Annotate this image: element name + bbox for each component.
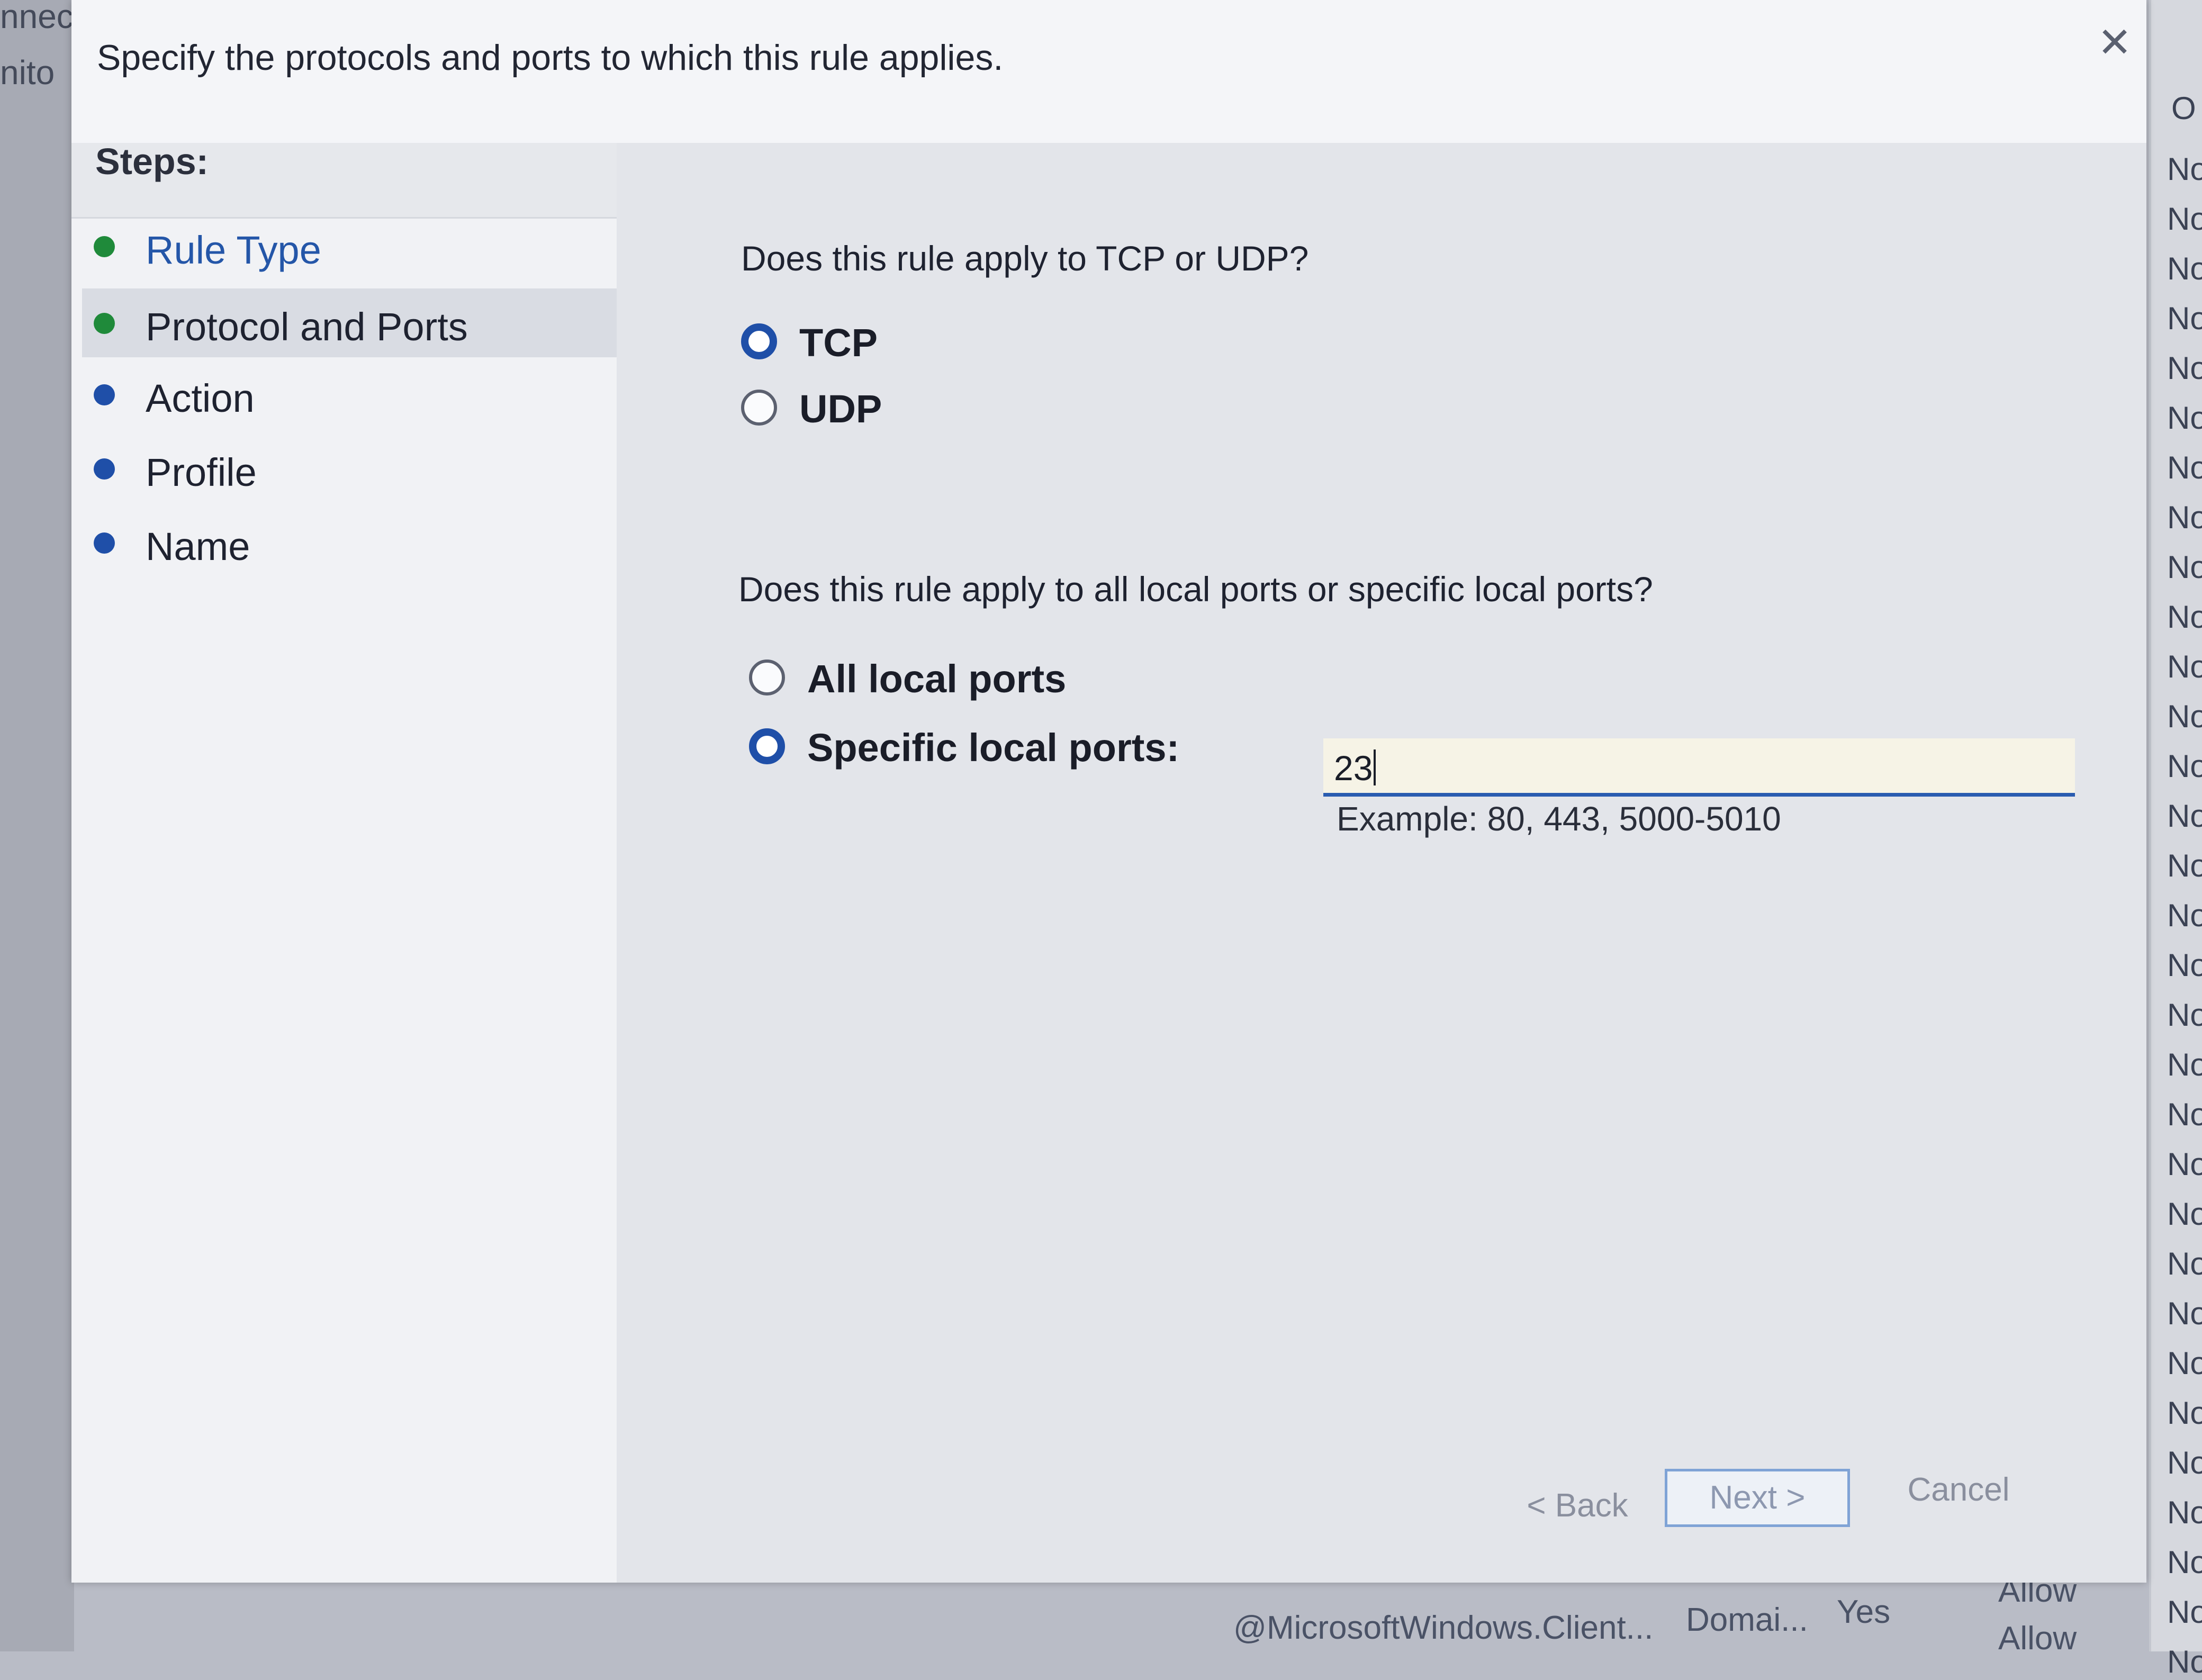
udp-radio-button[interactable] — [741, 390, 777, 426]
background-column-value: No — [2167, 997, 2202, 1033]
background-cell: Yes — [1837, 1594, 1891, 1630]
udp-radio-option[interactable]: UDP — [741, 386, 1006, 434]
close-icon[interactable]: ✕ — [2093, 21, 2136, 64]
udp-label: UDP — [799, 387, 882, 431]
new-inbound-rule-wizard-dialog: Specify the protocols and ports to which… — [71, 0, 2146, 1583]
background-column-value: No — [2167, 748, 2202, 784]
background-cell: Allow — [1998, 1620, 2077, 1657]
specific-local-ports-option[interactable]: Specific local ports: — [749, 725, 1278, 773]
background-column-value: No — [2167, 1495, 2202, 1530]
port-input-value: 23 — [1334, 748, 1373, 788]
dialog-header: Specify the protocols and ports to which… — [71, 0, 2146, 143]
background-column-value: No — [2167, 450, 2202, 485]
background-column-value: No — [2167, 1345, 2202, 1381]
background-column-value: No — [2167, 898, 2202, 933]
background-column-value: No — [2167, 201, 2202, 237]
steps-pane — [71, 143, 617, 1583]
background-column-value: No — [2167, 649, 2202, 684]
step-label: Profile — [146, 450, 257, 494]
background-column-value: No — [2167, 251, 2202, 286]
background-column-value: No — [2167, 1644, 2202, 1679]
specific-local-ports-radio-button[interactable] — [749, 728, 785, 764]
step-pending-icon — [94, 384, 115, 405]
background-column-value: No — [2167, 947, 2202, 983]
steps-title: Steps: — [95, 141, 209, 182]
background-column-value: No — [2167, 1395, 2202, 1431]
back-button[interactable]: < Back — [1490, 1477, 1665, 1535]
cancel-button[interactable]: Cancel — [1871, 1461, 2046, 1519]
background-column-value: No — [2167, 599, 2202, 635]
background-column-value: No — [2167, 1246, 2202, 1281]
background-column-header: O — [2171, 91, 2196, 126]
step-pending-icon — [94, 458, 115, 480]
ports-example-hint: Example: 80, 443, 5000-5010 — [1337, 800, 1781, 838]
background-column-value: No — [2167, 1146, 2202, 1182]
background-column-value: No — [2167, 798, 2202, 834]
header-description: Specify the protocols and ports to which… — [97, 38, 1004, 78]
step-name[interactable]: Name — [82, 508, 617, 577]
background-cell: @MicrosoftWindows.Client... — [1233, 1610, 1654, 1646]
background-column-value: No — [2167, 1445, 2202, 1480]
all-local-ports-label: All local ports — [807, 657, 1067, 701]
tcp-radio-option[interactable]: TCP — [741, 320, 1006, 368]
step-complete-icon — [94, 313, 115, 334]
all-local-ports-radio-button[interactable] — [749, 660, 785, 696]
step-rule-type[interactable]: Rule Type — [82, 212, 617, 281]
background-column-value: No — [2167, 1544, 2202, 1580]
background-column-value: No — [2167, 1097, 2202, 1132]
background-column-value: No — [2167, 151, 2202, 187]
background-column-value: No — [2167, 549, 2202, 585]
background-column-value: No — [2167, 1594, 2202, 1630]
protocol-question: Does this rule apply to TCP or UDP? — [741, 239, 1309, 278]
background-text-fragment: nnec — [0, 0, 74, 35]
background-cell: Domai... — [1686, 1602, 1808, 1638]
specific-ports-input[interactable]: 23 — [1323, 738, 2075, 797]
step-label: Rule Type — [146, 228, 321, 272]
background-column-value: No — [2167, 1047, 2202, 1082]
background-column-value: No — [2167, 301, 2202, 336]
background-column-value: No — [2167, 350, 2202, 386]
step-protocol-and-ports[interactable]: Protocol and Ports — [82, 288, 617, 357]
text-caret — [1374, 749, 1376, 785]
step-label: Name — [146, 525, 250, 568]
background-column-value: No — [2167, 500, 2202, 535]
background-window-column: O No No No No No No No No No No No No No No No No No No No… — [2149, 0, 2202, 1679]
next-button[interactable]: Next > — [1665, 1469, 1850, 1527]
step-complete-icon — [94, 236, 115, 257]
step-profile[interactable]: Profile — [82, 434, 617, 503]
specific-local-ports-label: Specific local ports: — [807, 726, 1180, 770]
background-text-fragment: nito — [0, 53, 55, 92]
background-column-value: No — [2167, 848, 2202, 883]
tcp-label: TCP — [799, 321, 878, 365]
step-pending-icon — [94, 532, 115, 554]
tcp-radio-button[interactable] — [741, 323, 777, 359]
background-column-value: No — [2167, 699, 2202, 734]
background-column-value: No — [2167, 1196, 2202, 1232]
all-local-ports-option[interactable]: All local ports — [749, 656, 1225, 704]
step-label: Action — [146, 376, 255, 420]
background-window-left: nnec nito — [0, 0, 74, 1651]
step-action[interactable]: Action — [82, 360, 617, 429]
step-label: Protocol and Ports — [146, 305, 468, 349]
ports-question: Does this rule apply to all local ports … — [738, 570, 1653, 609]
background-column-value: No — [2167, 400, 2202, 436]
background-column-value: No — [2167, 1296, 2202, 1331]
